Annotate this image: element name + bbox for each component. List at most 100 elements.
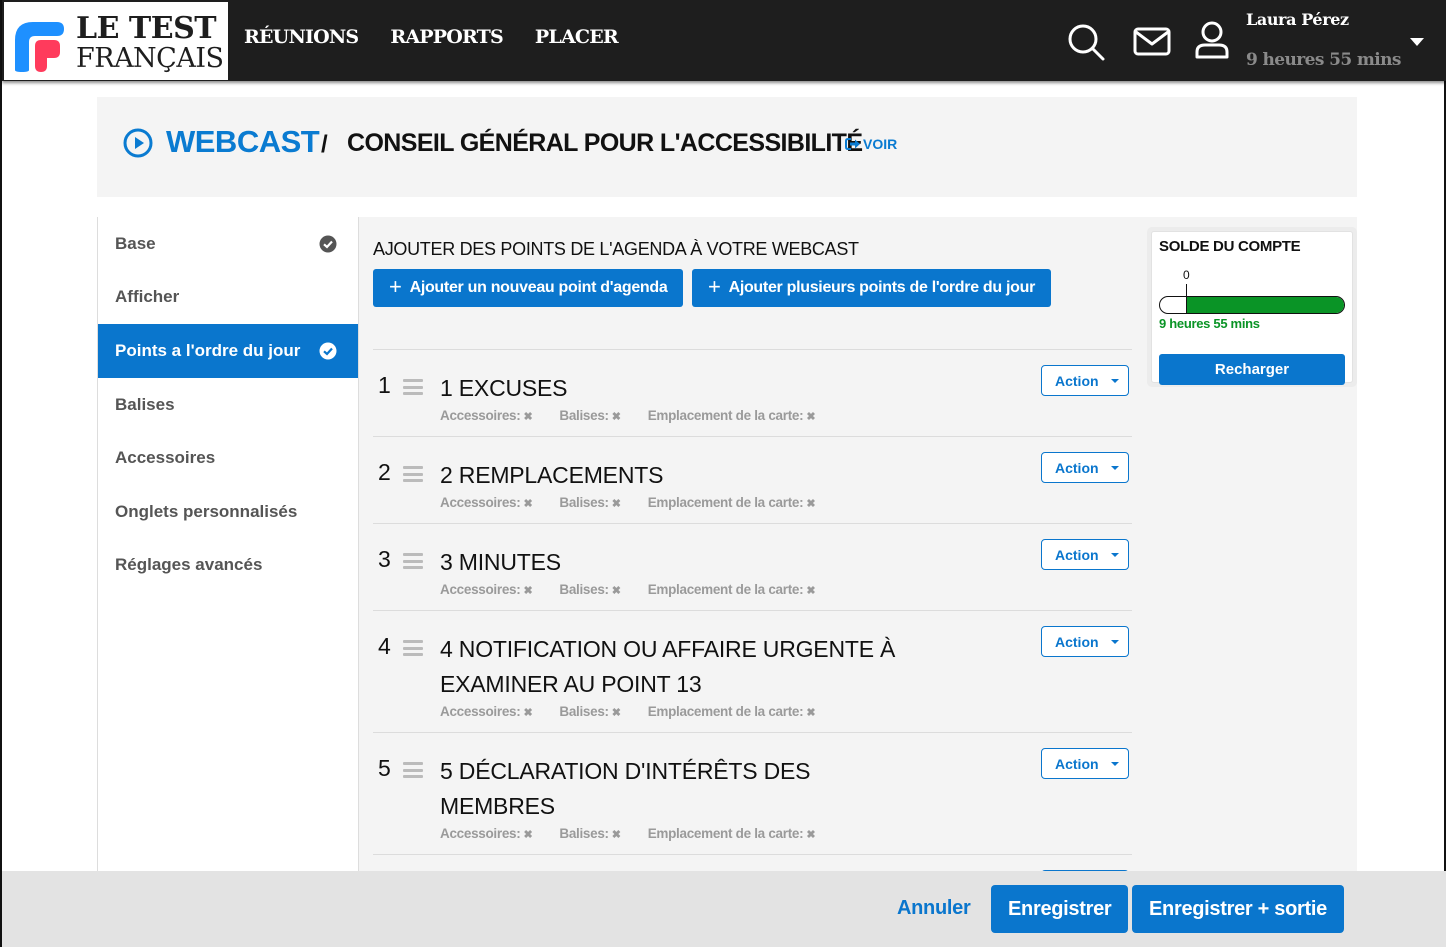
sidebar-item-afficher[interactable]: Afficher [98, 271, 358, 325]
agenda-item: 3 3 MINUTES Accessoires: ✖ Balises: ✖ Empl… [373, 523, 1132, 610]
agenda-item-number: 4 [378, 633, 391, 659]
balance-zero-label: 0 [1183, 268, 1190, 282]
check-circle-icon [319, 342, 337, 360]
top-navbar: LE TEST FRANÇAIS RÉUNIONS RAPPORTS PLACE… [2, 0, 1446, 81]
drag-handle-icon[interactable] [403, 466, 423, 482]
logo-mark-icon [15, 22, 64, 72]
meta-map-location: Emplacement de la carte: ✖ [647, 408, 816, 423]
plus-icon: + [708, 274, 721, 299]
agenda-item-title[interactable]: 1 EXCUSES [440, 371, 900, 406]
meta-accessories: Accessoires: ✖ [440, 408, 533, 423]
meta-map-location: Emplacement de la carte: ✖ [647, 495, 816, 510]
cancel-link[interactable]: Annuler [897, 897, 971, 920]
search-icon[interactable] [1066, 22, 1106, 62]
empty-x-icon: ✖ [611, 829, 621, 841]
agenda-item: 6 6 QUESTIONS PUBLIQUES ET PÉTITIONS Acc… [373, 854, 1132, 871]
empty-x-icon: ✖ [523, 498, 533, 510]
sidebar-item-advanced-settings[interactable]: Réglages avancés [98, 539, 358, 593]
agenda-item-meta: Accessoires: ✖ Balises: ✖ Emplacement de l… [440, 495, 1132, 510]
action-dropdown-button[interactable]: Action [1041, 365, 1129, 396]
meta-accessories: Accessoires: ✖ [440, 826, 533, 841]
account-balance-widget: SOLDE DU COMPTE 0 9 heures 55 mins Recha… [1147, 227, 1357, 387]
drag-handle-icon[interactable] [403, 553, 423, 569]
add-agenda-item-label: Ajouter un nouveau point d'agenda [409, 279, 668, 296]
add-multiple-agenda-items-button[interactable]: + Ajouter plusieurs points de l'ordre du… [692, 269, 1052, 307]
view-link[interactable]: VOIR [845, 136, 897, 152]
main-menu: RÉUNIONS RAPPORTS PLACER [244, 26, 619, 48]
logo-line-1: LE TEST [76, 11, 217, 46]
empty-x-icon: ✖ [523, 707, 533, 719]
action-label: Action [1055, 755, 1099, 772]
menu-item-reunions[interactable]: RÉUNIONS [244, 26, 359, 48]
breadcrumb-separator: / [321, 131, 328, 158]
meta-map-location: Emplacement de la carte: ✖ [647, 582, 816, 597]
sidebar-item-agenda-points[interactable]: Points a l'ordre du jour [98, 324, 358, 378]
sidebar-item-label: Réglages avancés [115, 555, 263, 575]
agenda-item-meta: Accessoires: ✖ Balises: ✖ Emplacement de l… [440, 582, 1132, 597]
action-dropdown-button[interactable]: Action [1041, 452, 1129, 483]
caret-down-icon [1111, 553, 1119, 557]
meta-map-location: Emplacement de la carte: ✖ [647, 704, 816, 719]
caret-down-icon [1111, 762, 1119, 766]
drag-handle-icon[interactable] [403, 640, 423, 656]
agenda-item-number: 5 [378, 755, 391, 781]
save-and-exit-button[interactable]: Enregistrer + sortie [1132, 885, 1344, 933]
mail-icon[interactable] [1132, 22, 1172, 62]
drag-handle-icon[interactable] [403, 762, 423, 778]
agenda-item-title[interactable]: 4 NOTIFICATION OU AFFAIRE URGENTE À EXAM… [440, 632, 900, 702]
page-title: CONSEIL GÉNÉRAL POUR L'ACCESSIBILITÉ [347, 129, 863, 157]
caret-down-icon [1111, 466, 1119, 470]
user-menu-caret-icon[interactable] [1410, 38, 1424, 46]
external-link-icon [845, 138, 860, 150]
sidebar: Base Afficher Points a l'ordre du jour B… [97, 217, 359, 871]
agenda-item: 4 4 NOTIFICATION OU AFFAIRE URGENTE À EX… [373, 610, 1132, 732]
add-agenda-item-button[interactable]: + Ajouter un nouveau point d'agenda [373, 269, 684, 307]
action-label: Action [1055, 546, 1099, 563]
sidebar-item-label: Points a l'ordre du jour [115, 340, 301, 360]
action-dropdown-button[interactable]: Action [1041, 748, 1129, 779]
sidebar-item-custom-tabs[interactable]: Onglets personnalisés [98, 485, 358, 539]
agenda-item-title[interactable]: 3 MINUTES [440, 545, 900, 580]
account-balance-title: SOLDE DU COMPTE [1159, 238, 1301, 255]
user-name[interactable]: Laura Pérez [1246, 10, 1349, 29]
action-dropdown-button[interactable]: Action [1041, 626, 1129, 657]
agenda-item-title[interactable]: 5 DÉCLARATION D'INTÉRÊTS DES MEMBRES [440, 754, 900, 824]
check-circle-icon [319, 235, 337, 253]
agenda-item-meta: Accessoires: ✖ Balises: ✖ Emplacement de l… [440, 826, 1132, 841]
empty-x-icon: ✖ [523, 411, 533, 423]
menu-item-rapports[interactable]: RAPPORTS [390, 26, 503, 48]
action-label: Action [1055, 459, 1099, 476]
empty-x-icon: ✖ [523, 829, 533, 841]
meta-accessories: Accessoires: ✖ [440, 704, 533, 719]
menu-item-placer[interactable]: PLACER [535, 26, 619, 48]
drag-handle-icon[interactable] [403, 379, 423, 395]
brand-logo[interactable]: LE TEST FRANÇAIS [4, 2, 228, 80]
view-link-label: VOIR [863, 136, 898, 152]
sidebar-item-label: Accessoires [115, 448, 216, 468]
balance-progress-fill [1185, 297, 1344, 313]
empty-x-icon: ✖ [611, 498, 621, 510]
save-button[interactable]: Enregistrer [991, 885, 1129, 933]
meta-accessories: Accessoires: ✖ [440, 582, 533, 597]
agenda-item-title[interactable]: 2 REMPLACEMENTS [440, 458, 900, 493]
sidebar-item-balises[interactable]: Balises [98, 378, 358, 432]
sidebar-item-label: Onglets personnalisés [115, 501, 298, 521]
action-dropdown-button[interactable]: Action [1041, 539, 1129, 570]
action-label: Action [1055, 633, 1099, 650]
empty-x-icon: ✖ [611, 707, 621, 719]
empty-x-icon: ✖ [806, 707, 816, 719]
sidebar-item-base[interactable]: Base [98, 217, 358, 271]
sidebar-item-accessoires[interactable]: Accessoires [98, 431, 358, 485]
meta-tags: Balises: ✖ [559, 495, 621, 510]
logo-text: LE TEST FRANÇAIS [76, 11, 224, 73]
section-heading: AJOUTER DES POINTS DE L'AGENDA À VOTRE W… [373, 239, 859, 259]
user-balance: 9 heures 55 mins [1246, 50, 1402, 70]
breadcrumb-webcast[interactable]: WEBCAST [166, 124, 320, 160]
agenda-item: 2 2 REMPLACEMENTS Accessoires: ✖ Balises:… [373, 436, 1132, 523]
recharge-button[interactable]: Recharger [1159, 354, 1345, 385]
agenda-item: 5 5 DÉCLARATION D'INTÉRÊTS DES MEMBRES A… [373, 732, 1132, 854]
meta-map-location: Emplacement de la carte: ✖ [647, 826, 816, 841]
user-icon[interactable] [1192, 20, 1232, 60]
agenda-item-meta: Accessoires: ✖ Balises: ✖ Emplacement de l… [440, 408, 1132, 423]
agenda-item-number: 3 [378, 546, 391, 572]
